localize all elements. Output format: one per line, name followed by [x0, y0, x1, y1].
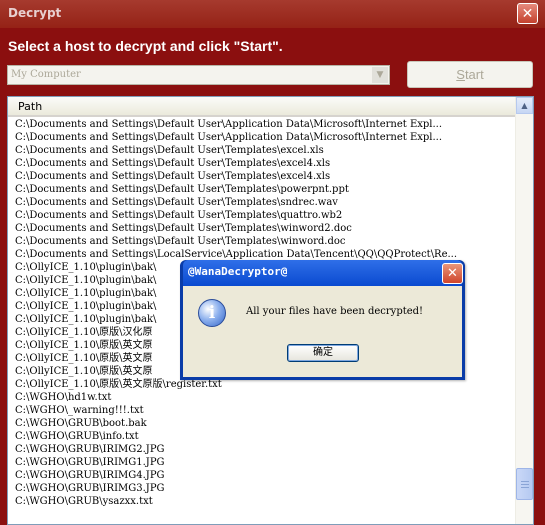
dialog-body: i All your files have been decrypted! 确定 [183, 286, 462, 377]
list-item[interactable]: C:\WGHO\GRUB\ysazxx.txt [8, 495, 515, 508]
list-item[interactable]: C:\WGHO\GRUB\info.txt [8, 430, 515, 443]
instruction-text: Select a host to decrypt and click "Star… [8, 38, 283, 54]
list-item[interactable]: C:\Documents and Settings\Default User\A… [8, 118, 515, 131]
list-item[interactable]: C:\WGHO\GRUB\boot.bak [8, 417, 515, 430]
dialog-title: @WanaDecryptor@ [188, 265, 288, 278]
list-item[interactable]: C:\WGHO\GRUB\IRIMG3.JPG [8, 482, 515, 495]
list-item[interactable]: C:\Documents and Settings\Default User\T… [8, 157, 515, 170]
close-button[interactable]: ✕ [517, 3, 538, 24]
scroll-thumb[interactable] [516, 468, 533, 500]
column-header-path[interactable]: Path [8, 97, 515, 117]
column-header-label: Path [18, 100, 43, 113]
chevron-down-icon[interactable]: ▼ [372, 67, 388, 83]
scroll-up-button[interactable]: ▲ [516, 97, 533, 114]
title-bar: Decrypt ✕ [0, 0, 545, 28]
list-item[interactable]: C:\WGHO\hd1w.txt [8, 391, 515, 404]
list-item[interactable]: C:\Documents and Settings\Default User\T… [8, 222, 515, 235]
list-item[interactable]: C:\WGHO\GRUB\IRIMG2.JPG [8, 443, 515, 456]
start-accelerator: S [456, 67, 465, 82]
window-title: Decrypt [8, 6, 62, 20]
dialog-title-bar: @WanaDecryptor@ ✕ [183, 260, 463, 286]
start-button[interactable]: Start [407, 61, 533, 88]
list-item[interactable]: C:\Documents and Settings\Default User\T… [8, 209, 515, 222]
list-item[interactable]: C:\WGHO\GRUB\IRIMG1.JPG [8, 456, 515, 469]
host-select[interactable]: My Computer ▼ [7, 65, 390, 85]
list-item[interactable]: C:\Documents and Settings\Default User\T… [8, 170, 515, 183]
message-dialog: @WanaDecryptor@ ✕ i All your files have … [180, 260, 465, 380]
grip-line [521, 481, 529, 482]
vertical-scrollbar[interactable]: ▲ [515, 97, 533, 524]
list-item[interactable]: C:\WGHO\_warning!!!.txt [8, 404, 515, 417]
dialog-close-button[interactable]: ✕ [442, 263, 463, 284]
list-item[interactable]: C:\Documents and Settings\Default User\T… [8, 196, 515, 209]
dialog-message: All your files have been decrypted! [246, 306, 424, 317]
ok-button[interactable]: 确定 [287, 344, 359, 362]
list-item[interactable]: C:\WGHO\GRUB\IRIMG4.JPG [8, 469, 515, 482]
list-item[interactable]: C:\Documents and Settings\Default User\T… [8, 183, 515, 196]
start-label-post: tart [464, 67, 484, 82]
list-item[interactable]: C:\Documents and Settings\Default User\T… [8, 235, 515, 248]
grip-line [521, 487, 529, 488]
info-icon: i [198, 299, 226, 327]
grip-line [521, 484, 529, 485]
list-item[interactable]: C:\Documents and Settings\Default User\T… [8, 144, 515, 157]
list-item[interactable]: C:\Documents and Settings\Default User\A… [8, 131, 515, 144]
host-select-value: My Computer [11, 69, 81, 80]
